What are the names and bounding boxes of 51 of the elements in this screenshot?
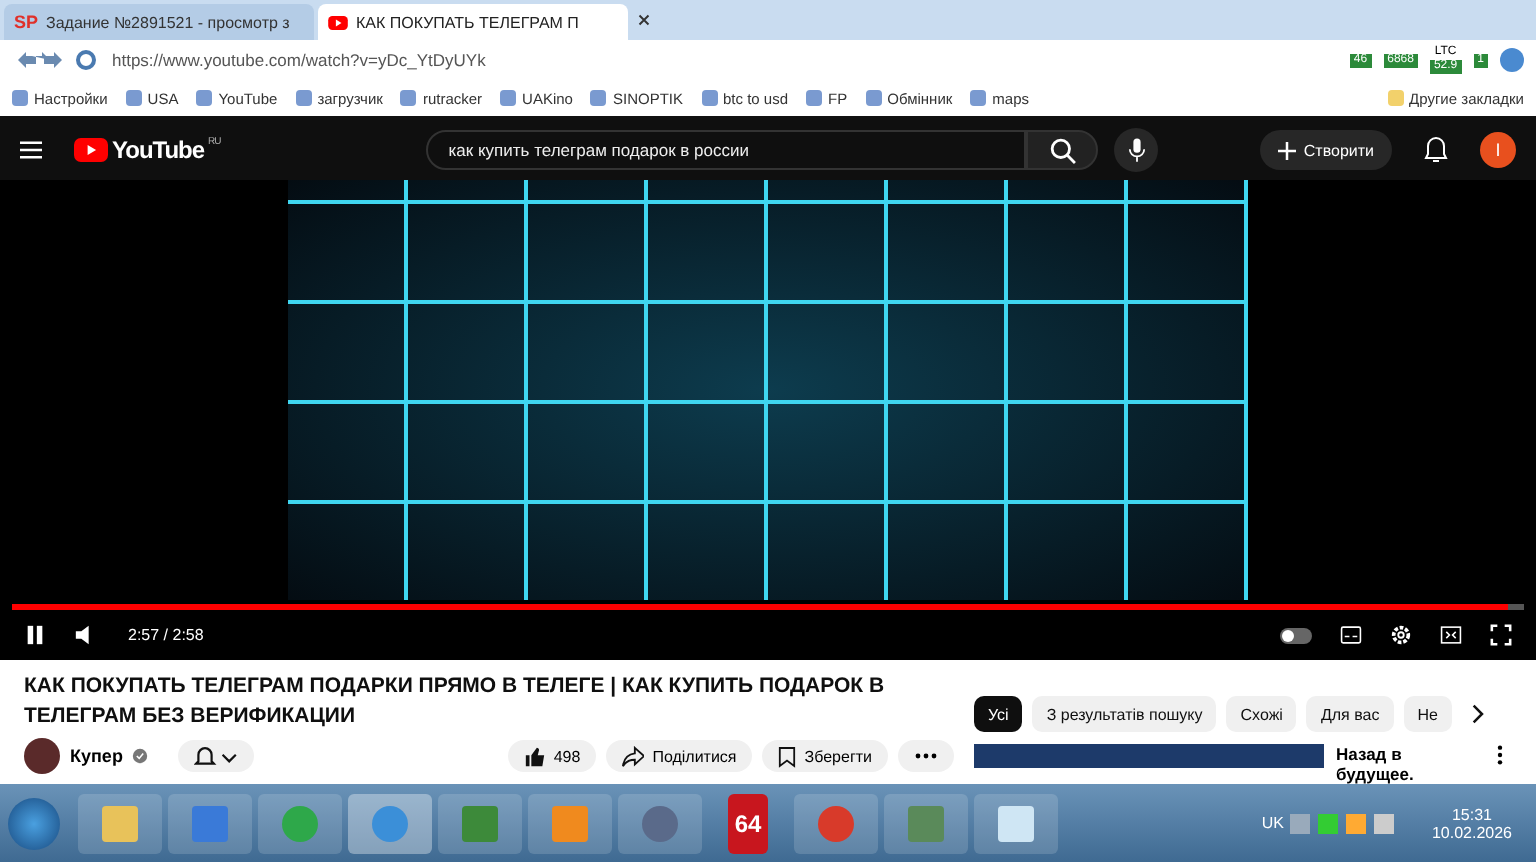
more-button[interactable] bbox=[898, 740, 954, 772]
start-button[interactable] bbox=[8, 797, 60, 849]
thumbnail-placeholder[interactable] bbox=[974, 744, 1324, 768]
video-title: КАК ПОКУПАТЬ ТЕЛЕГРАМ ПОДАРКИ ПРЯМО В ТЕЛЕГЕ | КАК КУПИТЬ ПОДАРОК В ТЕЛЕГРАМ БЕЗ ВЕРИФИКАЦИИ bbox=[24, 672, 887, 732]
plus-icon bbox=[1277, 141, 1296, 159]
filter-chip[interactable]: Усі bbox=[974, 696, 1023, 732]
create-button[interactable]: Створити bbox=[1259, 130, 1392, 170]
fullscreen-icon[interactable] bbox=[1490, 624, 1512, 646]
microphone-button[interactable] bbox=[1114, 128, 1159, 172]
pause-icon[interactable] bbox=[24, 624, 46, 646]
share-button[interactable]: Поділитися bbox=[606, 740, 753, 772]
bell-icon bbox=[194, 745, 239, 767]
notifications-button[interactable] bbox=[178, 740, 255, 772]
profile-avatar[interactable] bbox=[1500, 48, 1524, 72]
browser-tab[interactable]: SP Задание №2891521 - просмотр з bbox=[4, 4, 314, 40]
chevron-right-icon[interactable] bbox=[1469, 704, 1484, 724]
more-icon[interactable] bbox=[1496, 744, 1504, 766]
browser-tab[interactable]: КАК ПОКУПАТЬ ТЕЛЕГРАМ П bbox=[318, 4, 628, 40]
more-icon bbox=[914, 752, 938, 760]
search-button[interactable] bbox=[1026, 130, 1099, 170]
channel-avatar[interactable] bbox=[24, 738, 60, 774]
verified-icon bbox=[132, 748, 149, 764]
microphone-icon bbox=[1127, 137, 1146, 163]
settings-icon[interactable] bbox=[1390, 624, 1412, 646]
bookmark-icon bbox=[778, 745, 797, 767]
filter-chip[interactable]: Не bbox=[1403, 696, 1452, 732]
save-button[interactable]: Зберегти bbox=[762, 740, 888, 772]
share-icon bbox=[622, 745, 645, 767]
subtitles-icon[interactable] bbox=[1340, 624, 1362, 646]
address-field[interactable]: https://www.youtube.com/watch?v=yDc_YtDyUYk bbox=[112, 50, 1338, 70]
language-indicator[interactable]: UK bbox=[1261, 814, 1284, 832]
theater-mode-icon[interactable] bbox=[1440, 624, 1462, 646]
menu-icon[interactable] bbox=[20, 140, 42, 160]
thumbs-up-icon bbox=[523, 745, 546, 767]
play-logo-icon bbox=[328, 15, 348, 29]
app-button[interactable]: 64 bbox=[728, 793, 768, 853]
channel-name[interactable]: Купер bbox=[70, 746, 123, 766]
autoplay-toggle[interactable] bbox=[1280, 627, 1312, 643]
bell-icon[interactable] bbox=[1424, 136, 1448, 164]
close-icon[interactable] bbox=[638, 14, 650, 26]
search-field[interactable]: как купить телеграм подарок в россии bbox=[426, 130, 1027, 170]
filter-chip[interactable]: Для вас bbox=[1306, 696, 1394, 732]
youtube-logo[interactable]: YouTube $^{RU}$ bbox=[74, 136, 221, 164]
recommendation-title[interactable]: Назад в будущее. bbox=[1336, 744, 1484, 784]
clock[interactable]: 15:31 10.02.2026 bbox=[1431, 805, 1512, 841]
like-button[interactable]: 498 bbox=[507, 740, 597, 772]
filter-chip[interactable]: Схожі bbox=[1226, 696, 1297, 732]
avatar[interactable]: I bbox=[1480, 132, 1516, 168]
time-display: 2:57 / 2:58 bbox=[128, 626, 204, 644]
search-icon bbox=[1049, 137, 1076, 163]
filter-chip[interactable]: З результатів пошуку bbox=[1032, 696, 1217, 732]
